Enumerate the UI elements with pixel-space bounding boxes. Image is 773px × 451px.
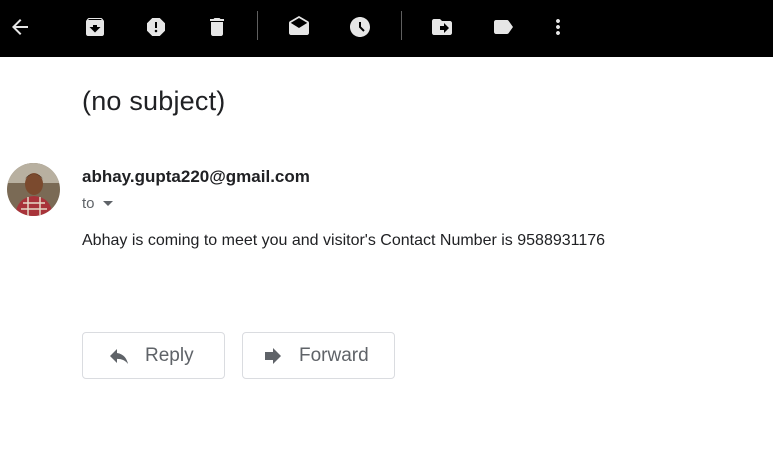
move-to-icon[interactable] bbox=[428, 13, 456, 41]
forward-icon bbox=[265, 347, 281, 364]
email-subject: (no subject) bbox=[82, 86, 226, 116]
email-body: Abhay is coming to meet you and visitor'… bbox=[82, 232, 606, 249]
reply-button[interactable]: Reply bbox=[82, 332, 225, 379]
reply-icon bbox=[110, 348, 128, 364]
forward-button[interactable]: Forward bbox=[242, 332, 395, 379]
toolbar-divider bbox=[401, 11, 402, 40]
show-details-chevron-down-icon[interactable] bbox=[102, 201, 113, 206]
snooze-icon[interactable] bbox=[346, 13, 374, 41]
toolbar-divider bbox=[257, 11, 258, 40]
mark-unread-icon[interactable] bbox=[285, 13, 313, 41]
forward-label: Forward bbox=[299, 344, 369, 366]
sender-email: abhay.gupta220@gmail.com bbox=[82, 167, 310, 186]
archive-icon[interactable] bbox=[81, 13, 109, 41]
more-options-icon[interactable] bbox=[544, 13, 572, 41]
label-icon[interactable] bbox=[489, 13, 517, 41]
toolbar bbox=[0, 0, 773, 57]
recipient-row: to bbox=[82, 195, 113, 212]
back-arrow-icon[interactable] bbox=[6, 13, 34, 41]
delete-icon[interactable] bbox=[203, 13, 231, 41]
avatar[interactable] bbox=[7, 163, 60, 216]
reply-label: Reply bbox=[145, 344, 194, 366]
to-label: to bbox=[82, 195, 95, 212]
report-spam-icon[interactable] bbox=[142, 13, 170, 41]
